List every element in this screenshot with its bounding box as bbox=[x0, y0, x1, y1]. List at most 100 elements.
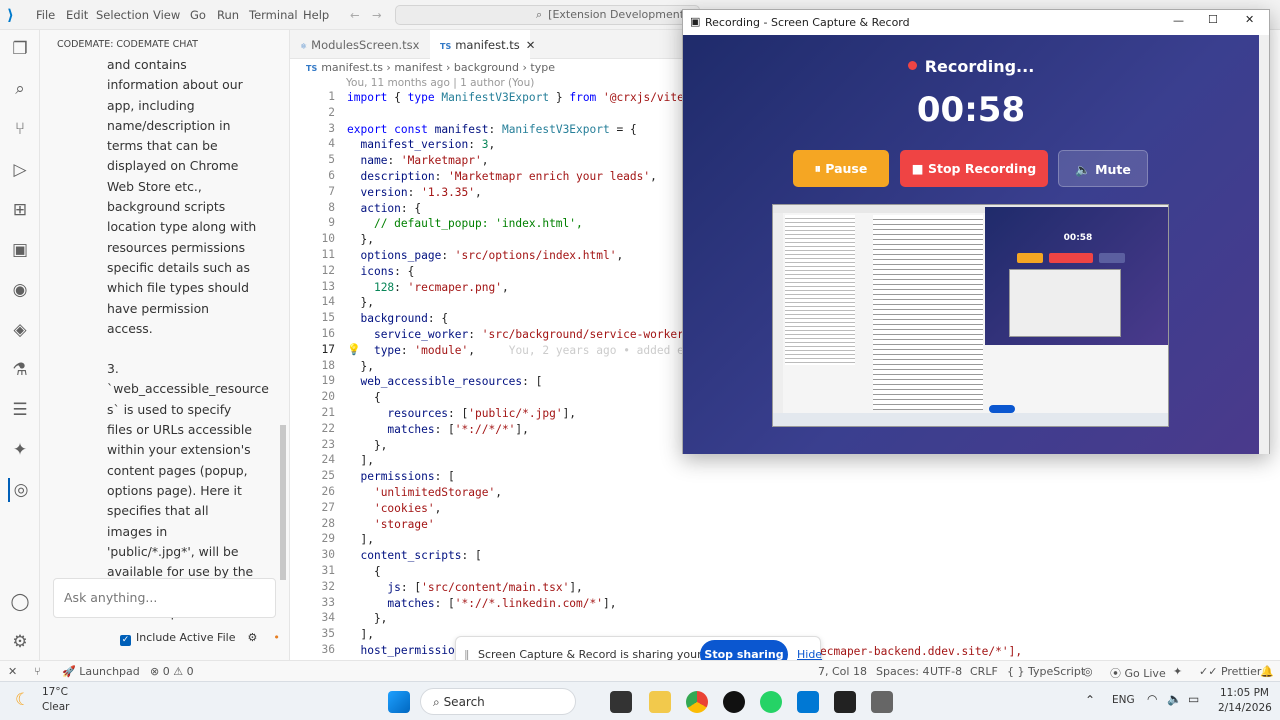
sidebar-scrollbar[interactable] bbox=[280, 425, 286, 580]
checkbox-icon[interactable]: ✓ bbox=[120, 635, 131, 646]
settings-icon[interactable]: ⚙ bbox=[247, 631, 257, 644]
volume-icon[interactable]: 🔈 bbox=[1167, 692, 1182, 706]
breadcrumb-item[interactable]: manifest bbox=[394, 61, 442, 74]
copilot-icon[interactable]: ◎ bbox=[1083, 665, 1093, 678]
line-number: 10 bbox=[321, 232, 335, 246]
breadcrumb-item[interactable]: type bbox=[530, 61, 555, 74]
explorer-icon[interactable]: ❐ bbox=[8, 37, 32, 61]
line-number: 35 bbox=[321, 627, 335, 641]
tab-label: ModulesScreen.tsx bbox=[311, 38, 420, 52]
terminal-icon[interactable] bbox=[834, 691, 856, 713]
search-icon: ⌕ bbox=[433, 695, 440, 709]
command-center[interactable]: ⌕ [Extension Development Host] re bbox=[395, 5, 700, 25]
pause-button[interactable]: ⏸ Pause bbox=[793, 150, 889, 187]
close-icon[interactable]: ✕ bbox=[1245, 13, 1254, 26]
prettier-label: Prettier bbox=[1220, 665, 1262, 678]
language-mode[interactable]: { } TypeScript bbox=[1007, 665, 1085, 678]
line-number: 7 bbox=[328, 184, 335, 198]
breadcrumb-item[interactable]: manifest.ts bbox=[321, 61, 383, 74]
sparkle-icon[interactable]: ✦ bbox=[1173, 665, 1182, 678]
encoding[interactable]: UTF-8 bbox=[930, 665, 962, 678]
git-graph-icon[interactable]: ◉ bbox=[8, 278, 32, 302]
code-area[interactable]: import { type ManifestV3Export } from '@… bbox=[347, 90, 682, 659]
upwork-icon[interactable] bbox=[723, 691, 745, 713]
line-number: 24 bbox=[321, 453, 335, 467]
line-number: 36 bbox=[321, 642, 335, 656]
clock-date[interactable]: 2/14/2026 bbox=[1218, 702, 1272, 714]
weather-icon[interactable]: ☾ bbox=[15, 690, 30, 710]
containers-icon[interactable]: ◈ bbox=[8, 318, 32, 342]
account-icon[interactable]: ◯ bbox=[8, 590, 32, 614]
codelens-blame[interactable]: You, 11 months ago | 1 author (You) bbox=[346, 77, 534, 89]
line-number: 29 bbox=[321, 532, 335, 546]
extensions-icon[interactable]: ⊞ bbox=[8, 198, 32, 222]
branch-icon[interactable]: ⑂ bbox=[34, 665, 41, 678]
list-icon[interactable]: ☰ bbox=[8, 398, 32, 422]
forward-arrow-icon[interactable]: → bbox=[372, 8, 382, 22]
minimize-icon[interactable]: — bbox=[1173, 14, 1184, 27]
weather-desc[interactable]: Clear bbox=[42, 701, 69, 713]
tab-manifest[interactable]: TS manifest.ts ✕ bbox=[430, 30, 535, 59]
whatsapp-icon[interactable] bbox=[760, 691, 782, 713]
screen-capture-icon[interactable] bbox=[871, 691, 893, 713]
launchpad-item[interactable]: 🚀 Launchpad bbox=[62, 665, 140, 678]
cursor-position[interactable]: 7, Col 18 bbox=[818, 665, 867, 678]
file-explorer-icon[interactable] bbox=[649, 691, 671, 713]
include-active-file[interactable]: ✓ Include Active File ⚙ • bbox=[120, 631, 280, 646]
weather-temp[interactable]: 17°C bbox=[42, 686, 68, 698]
bell-icon[interactable]: 🔔 bbox=[1260, 665, 1274, 678]
line-number: 27 bbox=[321, 500, 335, 514]
indentation[interactable]: Spaces: 4 bbox=[876, 665, 929, 678]
maximize-icon[interactable]: ☐ bbox=[1208, 13, 1218, 26]
codemate-icon[interactable]: ◎ bbox=[8, 478, 32, 502]
screen-preview: 00:58 bbox=[772, 204, 1169, 427]
windows-start-icon[interactable] bbox=[388, 691, 410, 713]
line-number: 15 bbox=[321, 311, 335, 325]
ts-file-icon: TS bbox=[440, 42, 452, 51]
stop-recording-button[interactable]: ■ Stop Recording bbox=[900, 150, 1048, 187]
menu-selection[interactable]: Selection bbox=[96, 8, 149, 22]
battery-icon[interactable]: ▭ bbox=[1188, 692, 1199, 706]
menu-go[interactable]: Go bbox=[190, 8, 206, 22]
breadcrumb-item[interactable]: background bbox=[454, 61, 519, 74]
close-icon[interactable]: ✕ bbox=[526, 38, 536, 52]
eol[interactable]: CRLF bbox=[970, 665, 998, 678]
line-number: 20 bbox=[321, 390, 335, 404]
language-indicator[interactable]: ENG bbox=[1112, 694, 1135, 706]
tab-modules-screen[interactable]: ⚛ ModulesScreen.tsx bbox=[290, 30, 428, 59]
run-debug-icon[interactable]: ▷ bbox=[8, 158, 32, 182]
gear-icon[interactable]: ⚙ bbox=[8, 630, 32, 654]
mute-button[interactable]: 🔈 Mute bbox=[1058, 150, 1148, 187]
menu-edit[interactable]: Edit bbox=[66, 8, 88, 22]
wifi-icon[interactable]: ◠ bbox=[1147, 692, 1157, 706]
menu-help[interactable]: Help bbox=[303, 8, 329, 22]
menu-view[interactable]: View bbox=[153, 8, 180, 22]
menu-terminal[interactable]: Terminal bbox=[249, 8, 298, 22]
vscode-taskbar-icon[interactable] bbox=[797, 691, 819, 713]
problems-item[interactable]: ⊗ 0 ⚠ 0 bbox=[150, 665, 194, 678]
clock-time[interactable]: 11:05 PM bbox=[1220, 687, 1269, 699]
source-control-icon[interactable]: ⑂ bbox=[8, 117, 32, 141]
lightbulb-icon[interactable]: 💡 bbox=[347, 343, 361, 356]
chrome-icon[interactable] bbox=[686, 691, 708, 713]
recording-window: ▣ Recording - Screen Capture & Record — … bbox=[682, 9, 1270, 454]
prettier-item[interactable]: ✓✓ Prettier bbox=[1199, 665, 1261, 678]
chevron-up-icon[interactable]: ⌃ bbox=[1085, 693, 1095, 707]
menu-file[interactable]: File bbox=[36, 8, 55, 22]
search-icon[interactable]: ⌕ bbox=[8, 77, 32, 101]
taskbar-search[interactable]: ⌕ Search bbox=[420, 688, 576, 715]
ask-input[interactable]: Ask anything... bbox=[53, 578, 276, 618]
chat-paragraph: and contains information about our app, … bbox=[107, 57, 257, 336]
remote-icon[interactable]: ✕ bbox=[8, 665, 17, 678]
remote-explorer-icon[interactable]: ▣ bbox=[8, 238, 32, 262]
menu-run[interactable]: Run bbox=[217, 8, 239, 22]
sparkle-icon[interactable]: ✦ bbox=[8, 438, 32, 462]
back-arrow-icon[interactable]: ← bbox=[350, 8, 360, 22]
task-view-icon[interactable] bbox=[610, 691, 632, 713]
go-live-item[interactable]: ⦿ Go Live bbox=[1110, 665, 1166, 681]
pause-label: Pause bbox=[825, 161, 868, 176]
line-number: 13 bbox=[321, 279, 335, 293]
recording-scrollbar[interactable] bbox=[1259, 35, 1269, 454]
testing-icon[interactable]: ⚗ bbox=[8, 358, 32, 382]
line-number: 17 bbox=[321, 342, 335, 356]
